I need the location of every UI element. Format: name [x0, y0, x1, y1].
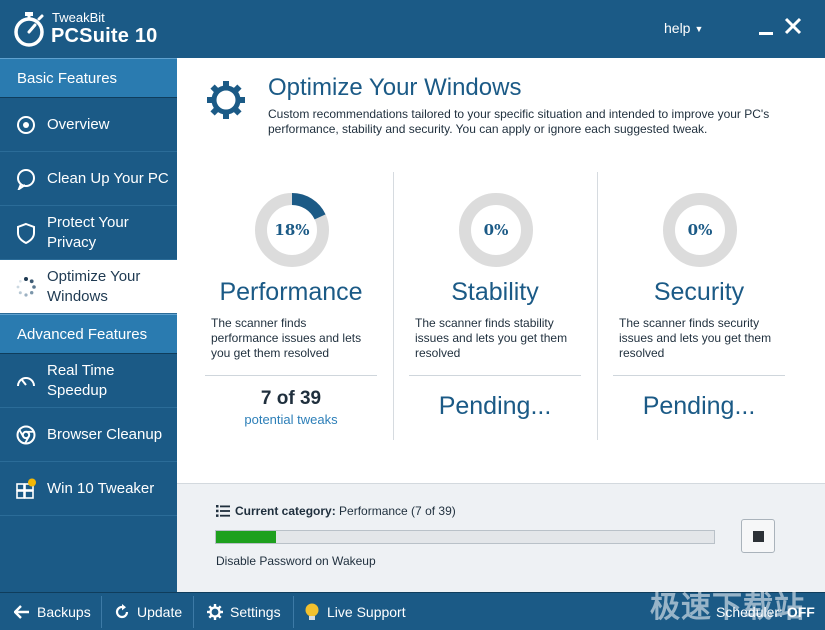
sidebar: Basic Features Overview Clean Up Your PC…: [0, 58, 177, 592]
current-category: Current category: Performance (7 of 39): [235, 504, 456, 518]
percent-label: 0%: [688, 221, 713, 239]
shield-icon: [17, 222, 35, 244]
live-support-label: Live Support: [327, 604, 406, 620]
brand-title: PCSuite 10: [51, 25, 158, 47]
page-description: Custom recommendations tailored to your …: [268, 107, 770, 136]
backups-label: Backups: [37, 604, 91, 620]
chrome-icon: [16, 425, 36, 445]
windows-icon: [16, 478, 36, 499]
stopwatch-logo-icon: [14, 12, 44, 47]
column-description: The scanner finds stability issues and l…: [415, 316, 568, 360]
percent-label: 0%: [484, 221, 509, 239]
pending-status: Pending...: [438, 392, 552, 420]
page-title: Optimize Your Windows: [268, 74, 522, 101]
column-separator: [205, 375, 377, 376]
column-description: The scanner finds security issues and le…: [619, 316, 772, 360]
stop-icon: [753, 531, 764, 542]
sidebar-item-privacy[interactable]: Protect Your Privacy: [0, 206, 177, 260]
sidebar-item-optimize[interactable]: Optimize Your Windows: [0, 260, 177, 314]
brand-small: TweakBit: [52, 10, 105, 25]
refresh-icon: [115, 604, 129, 619]
main-panel: Optimize Your Windows Custom recommendat…: [177, 58, 825, 592]
sidebar-item-overview[interactable]: Overview: [0, 98, 177, 152]
lightbulb-icon: [305, 603, 319, 620]
chevron-down-icon: ▼: [694, 24, 704, 34]
toolbar-divider: [101, 596, 102, 628]
percent-label: 18%: [274, 221, 309, 239]
stop-button[interactable]: [741, 519, 775, 553]
toolbar-divider: [293, 596, 294, 628]
live-support-button[interactable]: Live Support: [304, 593, 406, 630]
column-separator: [613, 375, 785, 376]
sidebar-item-label: Protect Your Privacy: [47, 214, 129, 251]
sidebar-item-label: Optimize Your Windows: [47, 268, 141, 305]
scheduler-toggle[interactable]: Scheduler: OFF: [716, 604, 815, 620]
backups-button[interactable]: Backups: [14, 593, 91, 630]
help-label: help: [664, 20, 691, 36]
overview-icon: [17, 116, 35, 134]
gear-icon: [207, 81, 245, 119]
spinner-icon: [16, 277, 36, 297]
column-title: Security: [653, 278, 745, 306]
scan-progress-area: Current category: Performance (7 of 39) …: [177, 483, 825, 592]
advanced-features-header: Advanced Features: [0, 314, 177, 354]
bottom-toolbar: Backups Update Settings Live Support Sch…: [0, 592, 825, 630]
sidebar-item-label: Clean Up Your PC: [47, 170, 169, 187]
sidebar-item-label: Browser Cleanup: [47, 426, 163, 443]
title-bar: TweakBit PCSuite 10 help ▼: [0, 0, 825, 58]
column-title: Stability: [451, 278, 539, 306]
back-arrow-icon: [14, 605, 29, 619]
column-title: Performance: [219, 278, 363, 306]
sidebar-item-browser-cleanup[interactable]: Browser Cleanup: [0, 408, 177, 462]
update-button[interactable]: Update: [114, 593, 182, 630]
sidebar-item-speedup[interactable]: Real Time Speedup: [0, 354, 177, 408]
toolbar-divider: [193, 596, 194, 628]
progress-bar: [215, 530, 715, 544]
sidebar-item-label: Overview: [47, 116, 110, 133]
minimize-button[interactable]: [759, 32, 773, 35]
close-icon[interactable]: [783, 16, 803, 36]
settings-button[interactable]: Settings: [207, 593, 281, 630]
cleanup-icon: [17, 169, 35, 190]
basic-features-header: Basic Features: [0, 58, 177, 98]
tweak-count: 7 of 39: [260, 388, 322, 409]
column-divider: [393, 172, 394, 440]
pending-status: Pending...: [642, 392, 756, 420]
sidebar-item-cleanup[interactable]: Clean Up Your PC: [0, 152, 177, 206]
update-label: Update: [137, 604, 183, 620]
sidebar-item-label: Real Time Speedup: [47, 362, 115, 399]
settings-label: Settings: [230, 604, 281, 620]
scheduler-state: OFF: [786, 604, 815, 620]
gear-icon: [207, 604, 223, 620]
column-description: The scanner finds performance issues and…: [211, 316, 362, 360]
scheduler-label: Scheduler:: [716, 604, 783, 620]
column-divider: [597, 172, 598, 440]
current-category-value: Performance (7 of 39): [339, 504, 456, 518]
help-menu[interactable]: help ▼: [664, 20, 703, 36]
list-icon: [216, 505, 230, 517]
performance-progress-ring: 18%: [255, 193, 329, 267]
speedometer-icon: [17, 377, 35, 387]
tweak-count-label: potential tweaks: [244, 412, 338, 427]
progress-bar-fill: [216, 531, 276, 543]
security-progress-ring: 0%: [663, 193, 737, 267]
current-category-label: Current category:: [235, 504, 336, 518]
sidebar-item-win10-tweaker[interactable]: Win 10 Tweaker: [0, 462, 177, 516]
current-task: Disable Password on Wakeup: [216, 554, 376, 568]
stability-progress-ring: 0%: [459, 193, 533, 267]
column-separator: [409, 375, 581, 376]
sidebar-item-label: Win 10 Tweaker: [47, 480, 155, 497]
